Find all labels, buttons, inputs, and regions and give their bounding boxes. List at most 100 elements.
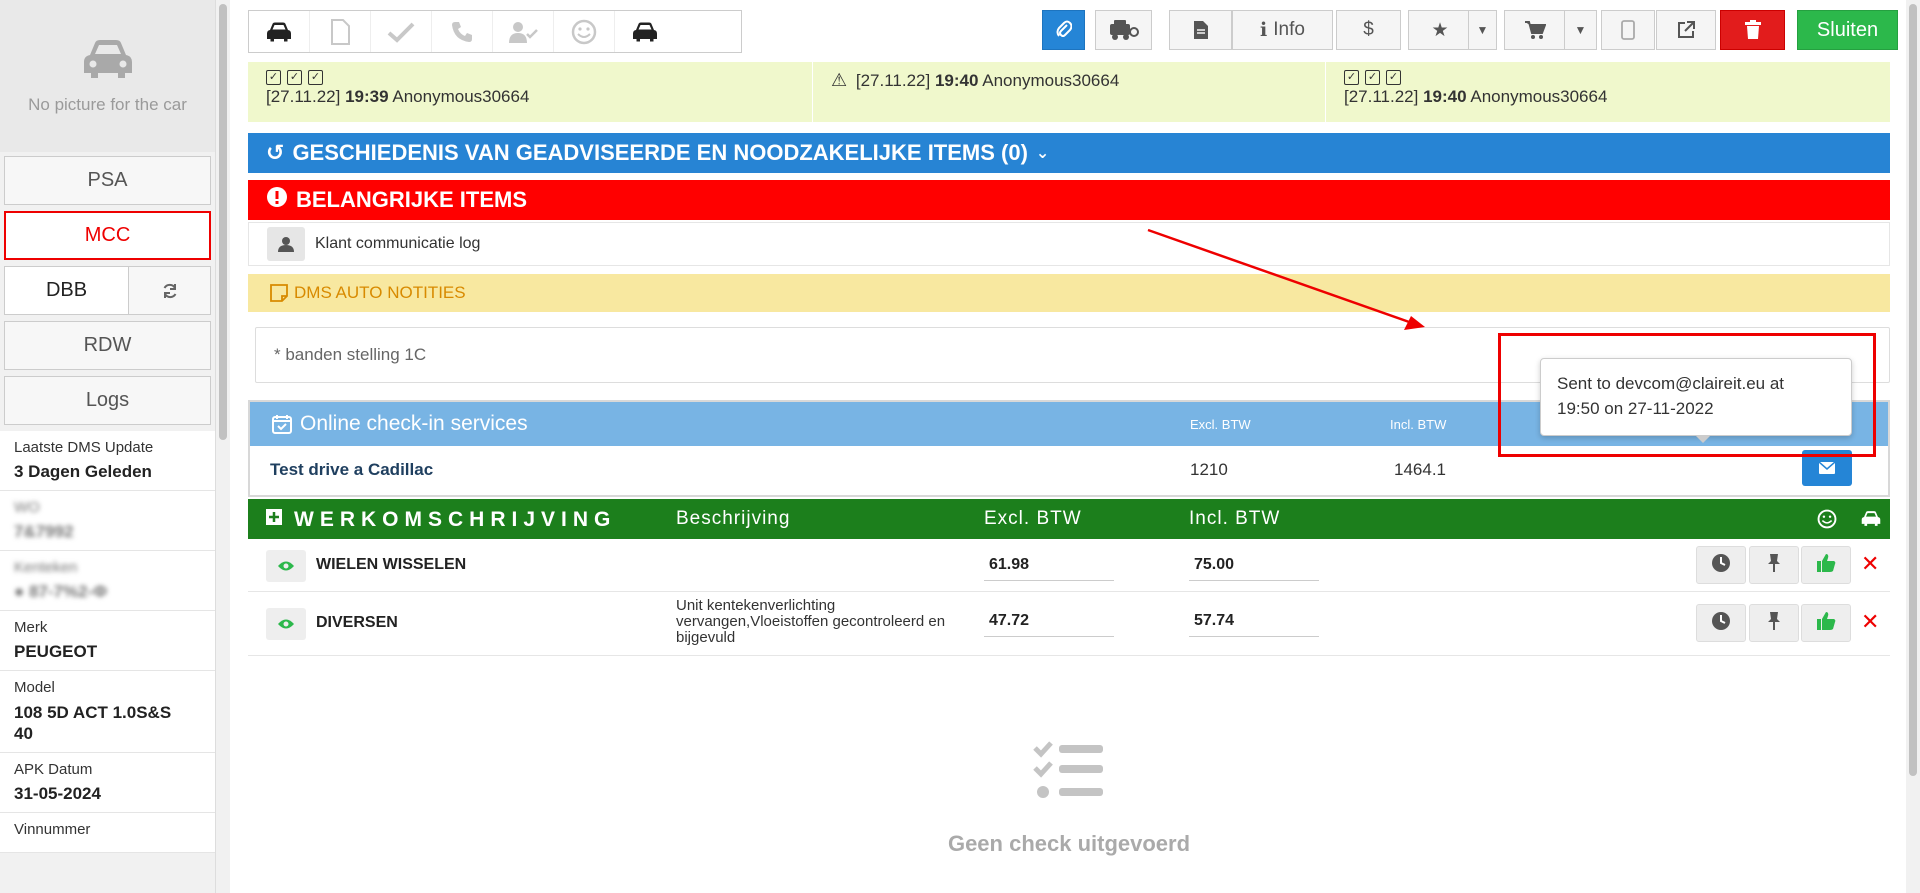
info-apk: APK Datum 31-05-2024 <box>0 753 215 813</box>
step-document[interactable] <box>310 11 371 52</box>
exclamation-circle-icon <box>266 186 288 214</box>
pin-button[interactable] <box>1749 604 1799 642</box>
calendar-check-icon <box>272 415 292 434</box>
delete-button[interactable] <box>1720 10 1785 50</box>
excl-price-input[interactable]: 61.98 <box>984 552 1114 581</box>
info-label: Vinnummer <box>14 821 91 838</box>
log-user: Anonymous30664 <box>982 71 1120 90</box>
log-user: Anonymous30664 <box>392 87 530 106</box>
person-icon[interactable] <box>267 227 305 261</box>
approve-button[interactable] <box>1801 546 1851 584</box>
document-button[interactable] <box>1169 10 1232 50</box>
approve-button[interactable] <box>1801 604 1851 642</box>
info-value: 31-05-2024 <box>14 784 101 803</box>
view-button[interactable] <box>266 608 306 640</box>
close-button[interactable]: Sluiten <box>1797 10 1898 50</box>
incl-price-input[interactable]: 57.74 <box>1189 608 1319 637</box>
main-scrollbar[interactable] <box>1906 0 1920 893</box>
col-excl-btw: Excl. BTW <box>984 508 1082 529</box>
log-time: 19:40 <box>934 71 979 90</box>
file-text-icon <box>1193 21 1208 39</box>
history-bar-title: GESCHIEDENIS VAN GEADVISEERDE EN NOODZAK… <box>292 140 1028 165</box>
work-order-header: WERKOMSCHRIJVING Beschrijving Excl. BTW … <box>248 499 1890 539</box>
checkmark-icon <box>387 22 415 43</box>
rdw-button[interactable]: RDW <box>4 321 211 370</box>
favorite-button[interactable]: ★ <box>1408 10 1472 50</box>
step-user-check[interactable] <box>493 11 554 52</box>
checkbox-icon: ✓ <box>287 70 302 85</box>
log-date: [27.11.22] <box>1344 87 1419 106</box>
step-smiley[interactable] <box>554 11 615 52</box>
info-merk: Merk PEUGEOT <box>0 611 215 671</box>
time-button[interactable] <box>1696 604 1746 642</box>
car-key-button[interactable] <box>1095 10 1152 50</box>
logs-button[interactable]: Logs <box>4 376 211 425</box>
dms-notes-title: DMS AUTO NOTITIES <box>294 283 466 302</box>
user-check-icon <box>509 21 538 43</box>
trash-icon <box>1744 20 1761 39</box>
log-time: 19:39 <box>345 87 389 106</box>
important-items-title: BELANGRIJKE ITEMS <box>296 187 528 212</box>
clock-icon <box>1711 553 1731 578</box>
incl-price-input[interactable]: 75.00 <box>1189 552 1319 581</box>
attachment-button[interactable] <box>1042 10 1085 50</box>
tooltip-line-2: 19:50 on 27-11-2022 <box>1557 399 1714 418</box>
cart-button[interactable] <box>1504 10 1566 50</box>
price-button[interactable]: $ <box>1336 10 1401 50</box>
star-icon: ★ <box>1431 19 1449 41</box>
col-incl-btw: Incl. BTW <box>1189 508 1281 529</box>
info-kenteken: Kenteken ● 87-7%2-Φ <box>0 551 215 611</box>
envelope-icon <box>1819 462 1835 474</box>
clock-icon <box>1711 611 1731 636</box>
phone-icon <box>452 21 472 42</box>
step-car[interactable] <box>249 11 310 52</box>
pin-icon <box>1767 553 1781 578</box>
step-phone[interactable] <box>432 11 493 52</box>
mcc-button[interactable]: MCC <box>4 211 211 260</box>
view-button[interactable] <box>266 550 306 582</box>
excl-price-input[interactable]: 47.72 <box>984 608 1114 637</box>
tablet-button[interactable] <box>1601 10 1655 50</box>
cart-dropdown-button[interactable]: ▼ <box>1564 10 1597 50</box>
scrollbar-thumb[interactable] <box>1909 4 1917 776</box>
eye-icon <box>278 561 294 571</box>
info-label: Merk <box>14 619 48 636</box>
checklist-icon <box>1033 741 1103 798</box>
psa-button[interactable]: PSA <box>4 156 211 205</box>
info-dms-update: Laatste DMS Update 3 Dagen Geleden <box>0 431 215 491</box>
info-wo: WO 7&7992 <box>0 491 215 551</box>
communication-log-row[interactable]: Klant communicatie log <box>248 222 1890 266</box>
step-check[interactable] <box>371 11 432 52</box>
sidebar-scrollbar[interactable] <box>216 0 230 893</box>
dms-notes-header: DMS AUTO NOTITIES <box>248 274 1890 312</box>
log-date: [27.11.22] <box>266 87 341 106</box>
work-order-row: DIVERSEN Unit kentekenverlichting vervan… <box>248 592 1890 656</box>
car-icon <box>633 22 657 41</box>
work-item-description: Unit kentekenverlichting vervangen,Vloei… <box>676 597 946 646</box>
favorite-dropdown-button[interactable]: ▼ <box>1468 10 1497 50</box>
remove-icon[interactable]: ✕ <box>1861 609 1879 635</box>
checkbox-icon: ✓ <box>266 70 281 85</box>
info-button[interactable]: i Info <box>1232 10 1333 50</box>
open-external-button[interactable] <box>1656 10 1716 50</box>
dbb-button[interactable]: DBB <box>4 266 129 315</box>
refresh-button[interactable] <box>129 266 211 315</box>
sent-mail-tooltip: Sent to devcom@claireit.eu at 19:50 on 2… <box>1540 358 1852 443</box>
smiley-icon <box>571 19 597 44</box>
pin-button[interactable] <box>1749 546 1799 584</box>
scrollbar-thumb[interactable] <box>219 4 227 440</box>
history-bar[interactable]: ↺ GESCHIEDENIS VAN GEADVISEERDE EN NOODZ… <box>248 133 1890 173</box>
remove-icon[interactable]: ✕ <box>1861 551 1879 577</box>
info-model: Model 108 5D ACT 1.0S&S 40 <box>0 671 215 753</box>
expand-icon[interactable] <box>266 509 282 531</box>
work-item-name: DIVERSEN <box>316 614 398 631</box>
paperclip-icon <box>1056 20 1072 37</box>
time-button[interactable] <box>1696 546 1746 584</box>
col-description: Beschrijving <box>676 508 791 529</box>
chevron-down-icon: ⌄ <box>1035 145 1050 162</box>
info-label: WO <box>14 499 40 516</box>
step-car-final[interactable] <box>615 11 675 52</box>
info-label: Kenteken <box>14 559 78 576</box>
work-order-row: WIELEN WISSELEN 61.98 75.00 ✕ <box>248 539 1890 592</box>
thumbs-up-icon <box>1816 553 1836 578</box>
